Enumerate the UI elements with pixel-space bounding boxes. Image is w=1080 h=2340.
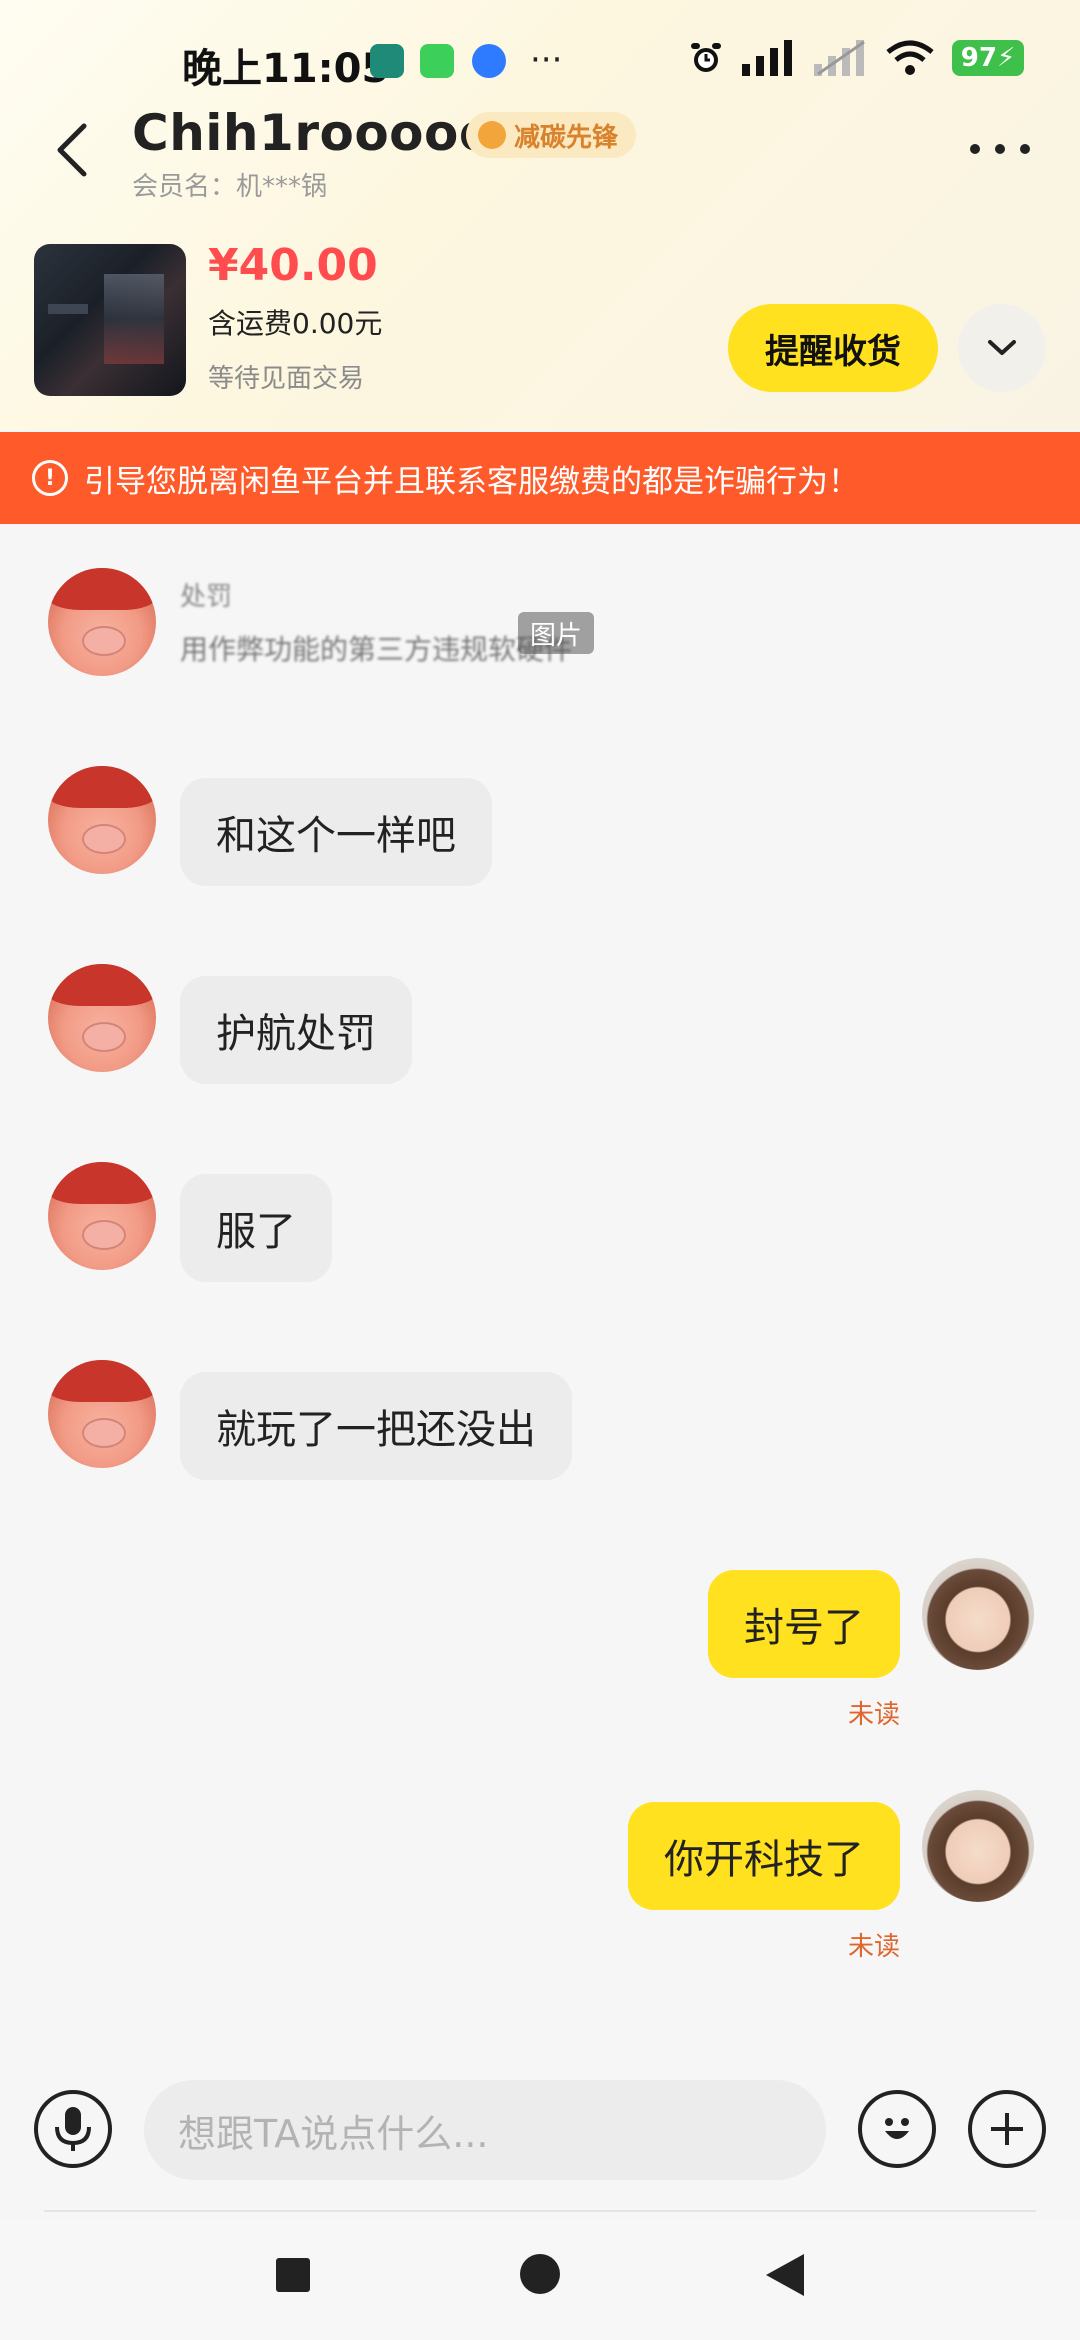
screen-cast-icon bbox=[370, 44, 404, 78]
back-button[interactable] bbox=[42, 120, 102, 180]
read-status: 未读 bbox=[847, 1932, 900, 1962]
divider bbox=[44, 2210, 1036, 2212]
incoming-message[interactable]: 和这个一样吧 bbox=[180, 778, 492, 886]
badge-label: 减碳先锋 bbox=[514, 122, 619, 153]
product-price: ¥40.00 bbox=[208, 240, 378, 291]
message-input[interactable]: 想跟TA说点什么... bbox=[144, 2080, 826, 2180]
avatar[interactable] bbox=[922, 1790, 1034, 1902]
avatar[interactable] bbox=[48, 1162, 156, 1270]
avatar[interactable] bbox=[922, 1558, 1034, 1670]
emoji-button[interactable] bbox=[858, 2090, 936, 2168]
image-message-text: 用作弊功能的第三方违规软硬件 bbox=[180, 633, 573, 666]
alarm-icon bbox=[691, 43, 721, 72]
shield-icon bbox=[420, 44, 454, 78]
warning-icon: ! bbox=[32, 460, 68, 496]
image-tag: 图片 bbox=[518, 612, 595, 654]
back-arrow-icon bbox=[57, 123, 87, 177]
voice-button[interactable] bbox=[34, 2090, 112, 2168]
product-thumbnail[interactable] bbox=[34, 244, 186, 396]
emoji-icon bbox=[885, 2118, 909, 2139]
signal-icon bbox=[742, 40, 792, 76]
chevron-down-icon bbox=[988, 340, 1016, 355]
avatar[interactable] bbox=[48, 766, 156, 874]
incoming-message[interactable]: 就玩了一把还没出 bbox=[180, 1372, 572, 1480]
image-message[interactable]: 处罚 用作弊功能的第三方违规软硬件 图片 bbox=[180, 576, 640, 676]
avatar[interactable] bbox=[48, 568, 156, 676]
read-status: 未读 bbox=[847, 1700, 900, 1730]
incoming-message[interactable]: 护航处罚 bbox=[180, 976, 412, 1084]
charging-icon: ⚡ bbox=[996, 43, 1016, 73]
expand-button[interactable] bbox=[958, 304, 1046, 392]
recent-apps-icon[interactable] bbox=[276, 2258, 310, 2292]
avatar[interactable] bbox=[48, 964, 156, 1072]
plus-icon bbox=[991, 2113, 1023, 2145]
fraud-warning-banner: ! 引导您脱离闲鱼平台并且联系客服缴费的都是诈骗行为！ bbox=[0, 432, 1080, 524]
dot-icon bbox=[995, 144, 1005, 154]
warning-text: 引导您脱离闲鱼平台并且联系客服缴费的都是诈骗行为！ bbox=[84, 463, 859, 500]
notification-icon bbox=[472, 44, 506, 78]
system-nav-bar bbox=[0, 2220, 1080, 2340]
battery-level: 97 bbox=[960, 43, 997, 73]
status-bar: 晚上11:05 ··· 97 ⚡ bbox=[0, 0, 1080, 120]
microphone-icon bbox=[55, 2107, 91, 2151]
member-name: 会员名：机***锅 bbox=[132, 172, 328, 202]
back-triangle-icon[interactable] bbox=[766, 2254, 804, 2296]
battery-indicator: 97 ⚡ bbox=[952, 40, 1024, 76]
outgoing-message[interactable]: 你开科技了 bbox=[628, 1802, 900, 1910]
input-bar: 想跟TA说点什么... bbox=[0, 2060, 1080, 2220]
shipping-info: 含运费0.00元 bbox=[208, 307, 383, 340]
home-icon[interactable] bbox=[520, 2254, 560, 2294]
outgoing-message[interactable]: 封号了 bbox=[708, 1570, 900, 1678]
signal-off-icon bbox=[814, 40, 865, 76]
remind-receipt-button[interactable]: 提醒收货 bbox=[728, 304, 938, 392]
incoming-message[interactable]: 服了 bbox=[180, 1174, 332, 1282]
wifi-icon bbox=[886, 40, 934, 75]
status-time: 晚上11:05 bbox=[182, 46, 390, 92]
dot-icon bbox=[1020, 144, 1030, 154]
avatar[interactable] bbox=[48, 1360, 156, 1468]
trade-status: 等待见面交易 bbox=[208, 364, 365, 394]
dot-icon bbox=[970, 144, 980, 154]
more-options-button[interactable] bbox=[960, 124, 1040, 174]
add-button[interactable] bbox=[968, 2090, 1046, 2168]
leaf-icon bbox=[478, 121, 506, 149]
image-message-caption: 处罚 bbox=[180, 582, 233, 612]
carbon-badge[interactable]: 减碳先锋 bbox=[466, 112, 637, 158]
more-dots-icon: ··· bbox=[530, 40, 563, 80]
